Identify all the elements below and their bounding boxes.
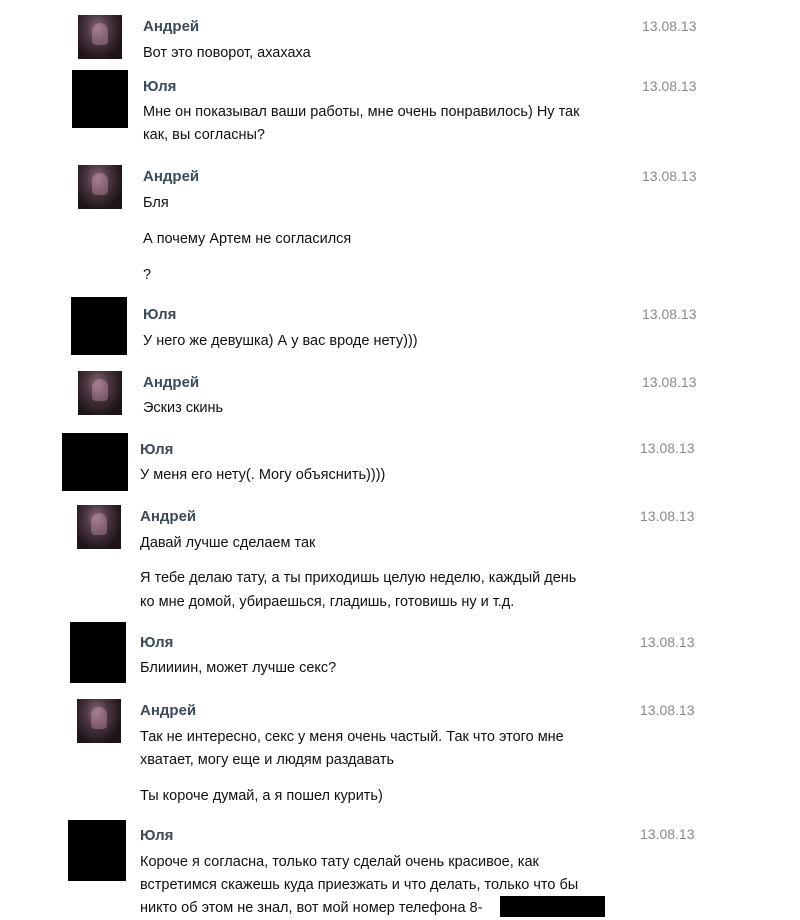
message-text: Ты короче думай, а я пошел курить) xyxy=(140,788,383,804)
author-name[interactable]: Юля xyxy=(140,634,173,651)
author-name[interactable]: Юля xyxy=(143,306,176,323)
message-text: Я тебе делаю тату, а ты приходишь целую … xyxy=(140,570,577,586)
avatar[interactable] xyxy=(72,70,128,128)
avatar[interactable] xyxy=(78,15,122,59)
chat-history: Андрей 13.08.13 Вот это поворот, ахахаха… xyxy=(0,0,800,917)
message-text: как, вы согласны? xyxy=(143,127,265,143)
message-text: Мне он показывал ваши работы, мне очень … xyxy=(143,104,580,120)
message-text: Вот это поворот, ахахаха xyxy=(143,45,311,61)
author-name[interactable]: Андрей xyxy=(140,702,196,719)
author-name[interactable]: Андрей xyxy=(143,374,199,391)
message-text: У меня его нету(. Могу объяснить)))) xyxy=(140,467,386,483)
avatar[interactable] xyxy=(77,699,121,743)
avatar[interactable] xyxy=(62,433,128,491)
message-text: Так не интересно, секс у меня очень част… xyxy=(140,729,564,745)
author-name[interactable]: Андрей xyxy=(140,508,196,525)
author-name[interactable]: Юля xyxy=(140,441,173,458)
author-name[interactable]: Андрей xyxy=(143,168,199,185)
avatar[interactable] xyxy=(78,165,122,209)
message-text: ? xyxy=(143,267,152,283)
avatar[interactable] xyxy=(68,820,126,881)
message-date: 13.08.13 xyxy=(642,18,697,34)
message-text: Блиииин, может лучше секс? xyxy=(140,660,337,676)
message-date: 13.08.13 xyxy=(640,508,695,524)
message-date: 13.08.13 xyxy=(642,306,697,322)
message-text: ко мне домой, убираешься, гладишь, готов… xyxy=(140,594,515,610)
message-date: 13.08.13 xyxy=(640,634,695,650)
message-text: Эскиз скинь xyxy=(143,400,224,416)
message-date: 13.08.13 xyxy=(640,440,695,456)
avatar[interactable] xyxy=(78,371,122,415)
author-name[interactable]: Юля xyxy=(143,78,176,95)
message-text: встретимся скажешь куда приезжать и что … xyxy=(140,877,579,893)
avatar[interactable] xyxy=(71,297,127,355)
avatar[interactable] xyxy=(70,622,126,683)
message-text: Бля xyxy=(143,195,169,211)
avatar[interactable] xyxy=(77,505,121,549)
message-date: 13.08.13 xyxy=(640,702,695,718)
message-date: 13.08.13 xyxy=(642,168,697,184)
redacted-phone-number xyxy=(500,896,605,917)
message-text: хватает, могу еще и людям раздавать xyxy=(140,752,395,768)
message-date: 13.08.13 xyxy=(642,374,697,390)
message-text: Давай лучше сделаем так xyxy=(140,535,316,551)
message-text: У него же девушка) А у вас вроде нету))) xyxy=(143,333,418,349)
message-date: 13.08.13 xyxy=(640,826,695,842)
author-name[interactable]: Андрей xyxy=(143,18,199,35)
message-text: А почему Артем не согласился xyxy=(143,231,352,247)
message-text: Короче я согласна, только тату сделай оч… xyxy=(140,854,539,870)
message-date: 13.08.13 xyxy=(642,78,697,94)
author-name[interactable]: Юля xyxy=(140,827,173,844)
